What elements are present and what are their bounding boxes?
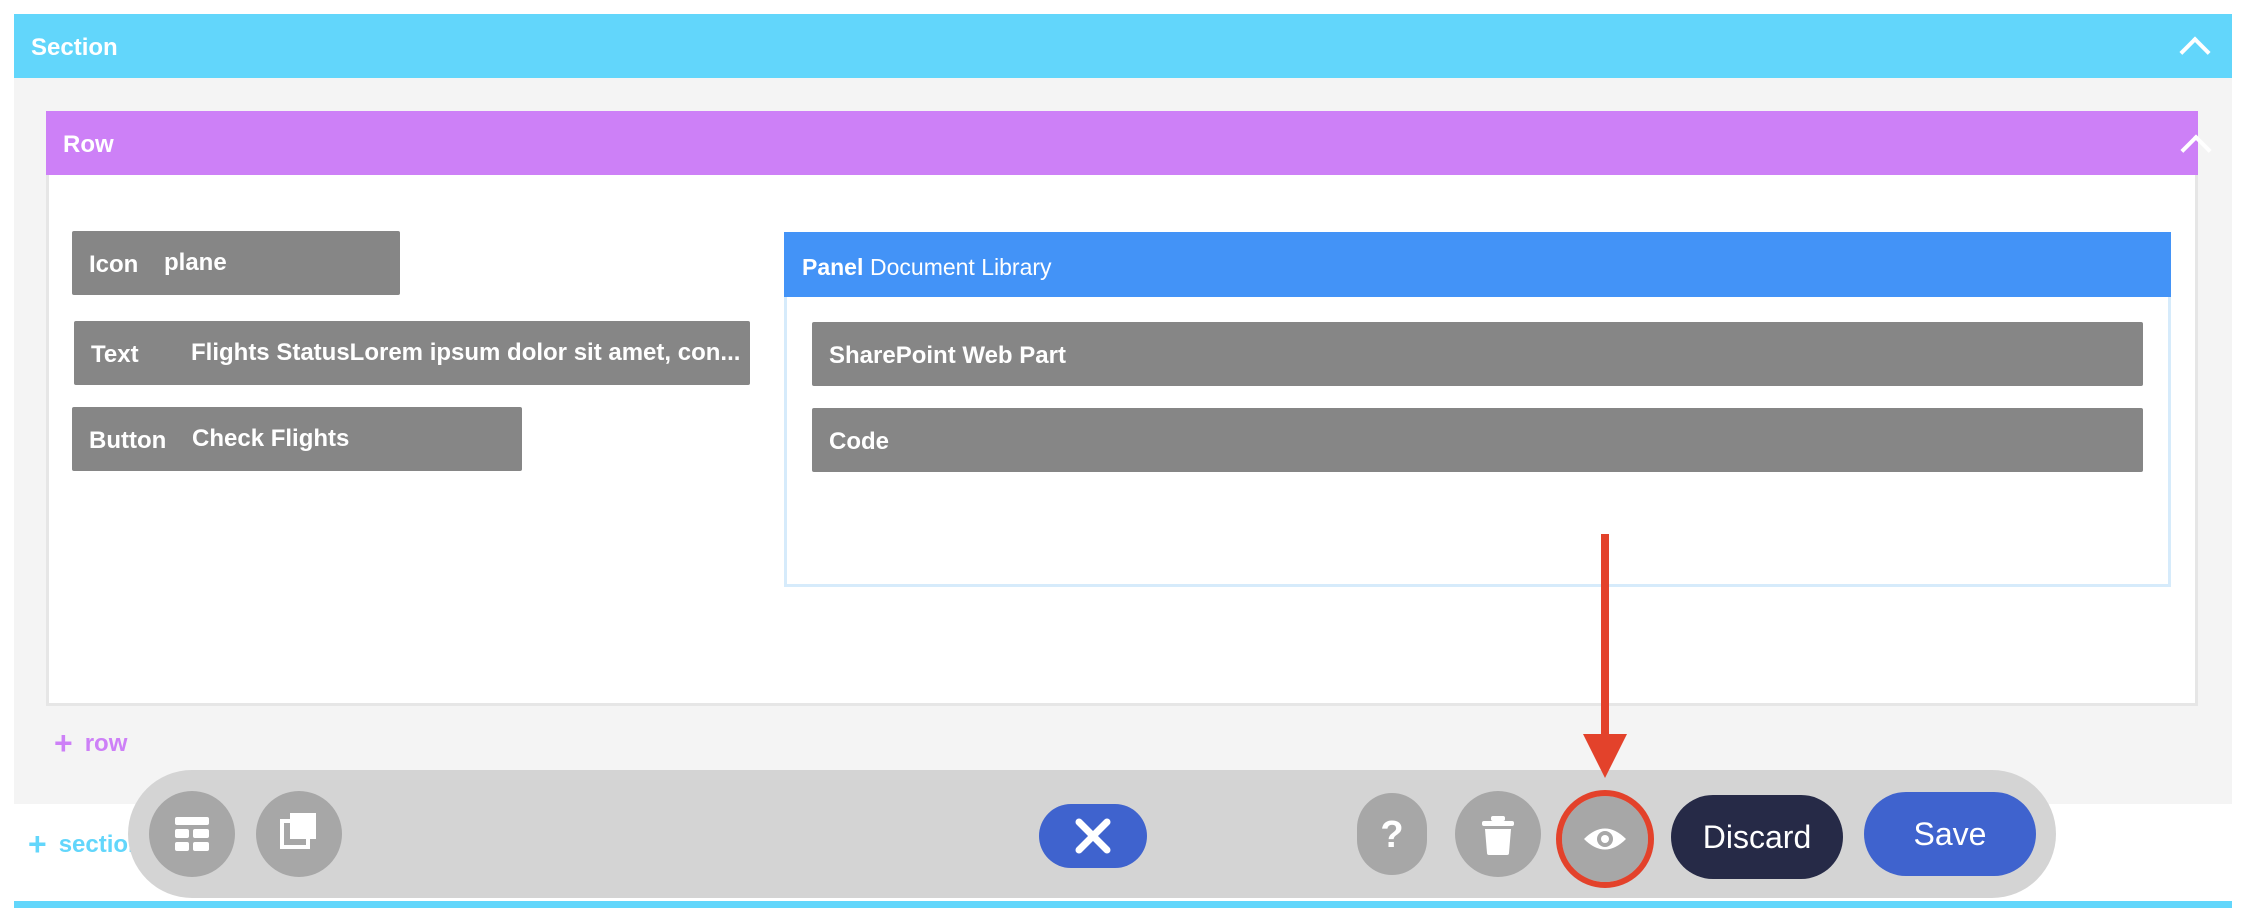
- component-value: Flights StatusLorem ipsum dolor sit amet…: [191, 339, 741, 366]
- panel-item-label: Code: [829, 428, 889, 455]
- component-kind: Icon: [89, 251, 139, 278]
- section-bottom-border: [14, 901, 2232, 908]
- trash-icon: [1482, 816, 1514, 855]
- chevron-up-icon[interactable]: [2179, 36, 2211, 68]
- save-button[interactable]: Save: [1864, 792, 2036, 876]
- component-value: plane: [164, 249, 227, 276]
- component-kind: Button: [89, 427, 167, 454]
- annotation-arrow-head: [1583, 734, 1627, 778]
- plus-icon: +: [28, 826, 47, 862]
- copy-button[interactable]: [256, 791, 342, 877]
- close-icon: [1075, 818, 1111, 854]
- svg-text:?: ?: [1380, 814, 1403, 856]
- panel-title: Document Library: [870, 254, 1052, 280]
- add-row-button[interactable]: + row: [54, 722, 128, 761]
- discard-button[interactable]: Discard: [1671, 795, 1843, 879]
- section-title: Section: [31, 34, 118, 61]
- highlight-circle: [1556, 790, 1654, 888]
- row-header[interactable]: Row: [46, 111, 2212, 175]
- add-section-button[interactable]: + section: [28, 823, 143, 862]
- component-icon[interactable]: Icon plane: [72, 231, 400, 295]
- delete-button[interactable]: [1455, 791, 1541, 877]
- add-row-label: row: [84, 730, 128, 757]
- panel-item-label: SharePoint Web Part: [829, 342, 1066, 369]
- help-icon: ?: [1380, 814, 1403, 856]
- panel-kind: Panel: [802, 254, 864, 280]
- component-value: Check Flights: [192, 425, 350, 452]
- section-header[interactable]: Section: [14, 14, 2232, 78]
- help-button[interactable]: ?: [1357, 793, 1427, 875]
- close-button[interactable]: [1039, 804, 1147, 868]
- component-button[interactable]: Button Check Flights: [72, 407, 522, 471]
- layout-icon: [175, 817, 209, 851]
- annotation-arrow: [1601, 534, 1609, 734]
- panel-header[interactable]: Panel Document Library: [784, 232, 2171, 297]
- layout-button[interactable]: [149, 791, 235, 877]
- row-title: Row: [63, 131, 114, 158]
- panel-item-sharepoint[interactable]: SharePoint Web Part: [812, 322, 2143, 386]
- plus-icon: +: [54, 725, 73, 761]
- component-kind: Text: [91, 341, 139, 368]
- panel-item-code[interactable]: Code: [812, 408, 2143, 472]
- copy-icon: [280, 813, 316, 849]
- component-text[interactable]: Text Flights StatusLorem ipsum dolor sit…: [74, 321, 750, 385]
